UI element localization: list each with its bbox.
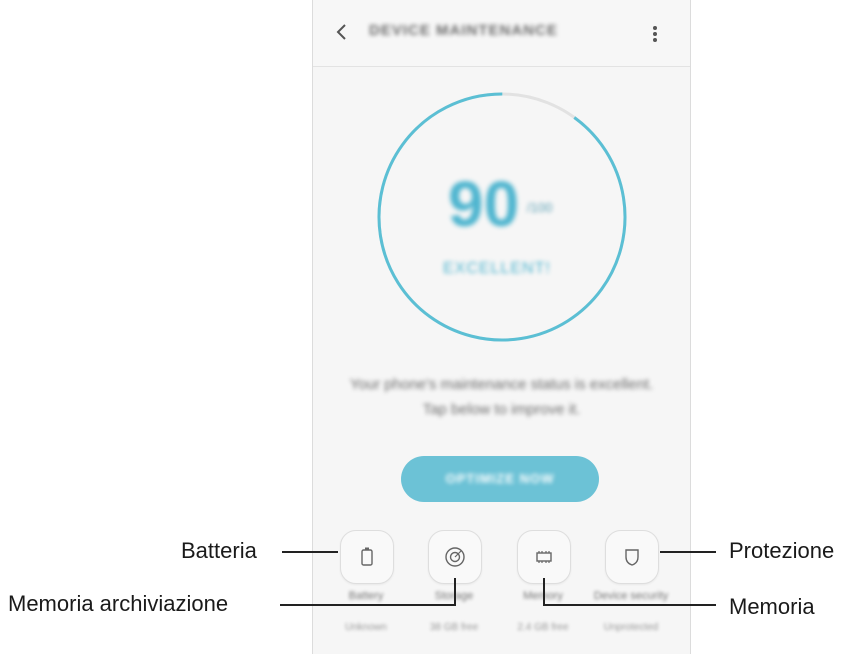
status-message-line2: Tap below to improve it.	[422, 401, 581, 418]
battery-button[interactable]	[340, 530, 394, 584]
callout-batteria: Batteria	[181, 538, 257, 563]
storage-value: 38 GB free	[429, 622, 479, 633]
score-unit: /100	[527, 200, 553, 215]
status-text: EXCELLENT!	[443, 260, 551, 277]
more-vertical-icon[interactable]	[647, 22, 663, 46]
optimize-now-button[interactable]: OPTIMIZE NOW	[401, 456, 599, 502]
memory-button[interactable]	[517, 530, 571, 584]
phone-screen: DEVICE MAINTENANCE 90 /100 EXCELLENT! Yo…	[312, 0, 691, 654]
callout-line-storage-horizontal	[280, 604, 456, 606]
storage-icon	[445, 547, 465, 567]
callout-line-storage-vertical	[454, 578, 456, 605]
callout-memoria-archiviazione: Memoria archiviazione	[8, 591, 229, 616]
callout-line-battery	[282, 551, 338, 553]
chevron-left-icon[interactable]	[331, 20, 353, 44]
callout-protezione: Protezione	[729, 538, 835, 563]
battery-icon	[361, 547, 373, 566]
memory-chip-icon	[536, 551, 552, 563]
score-value: 90	[448, 168, 520, 240]
device-security-button[interactable]	[605, 530, 659, 584]
callout-memoria: Memoria	[729, 594, 815, 619]
battery-value: Unknown	[345, 622, 387, 633]
device-security-label: Device security	[593, 590, 669, 602]
battery-label: Battery	[348, 590, 384, 602]
storage-button[interactable]	[428, 530, 482, 584]
app-bar: DEVICE MAINTENANCE	[313, 0, 690, 67]
device-security-value: Unprotected	[603, 622, 659, 633]
callout-line-memory-vertical	[543, 578, 545, 605]
memory-value: 2.4 GB free	[517, 622, 569, 633]
shield-icon	[625, 549, 639, 566]
callout-line-memory-horizontal	[543, 604, 716, 606]
optimize-now-label: OPTIMIZE NOW	[445, 471, 555, 486]
callout-line-protection	[660, 551, 716, 553]
status-message-line1: Your phone's maintenance status is excel…	[349, 376, 654, 393]
page-title: DEVICE MAINTENANCE	[369, 22, 558, 39]
